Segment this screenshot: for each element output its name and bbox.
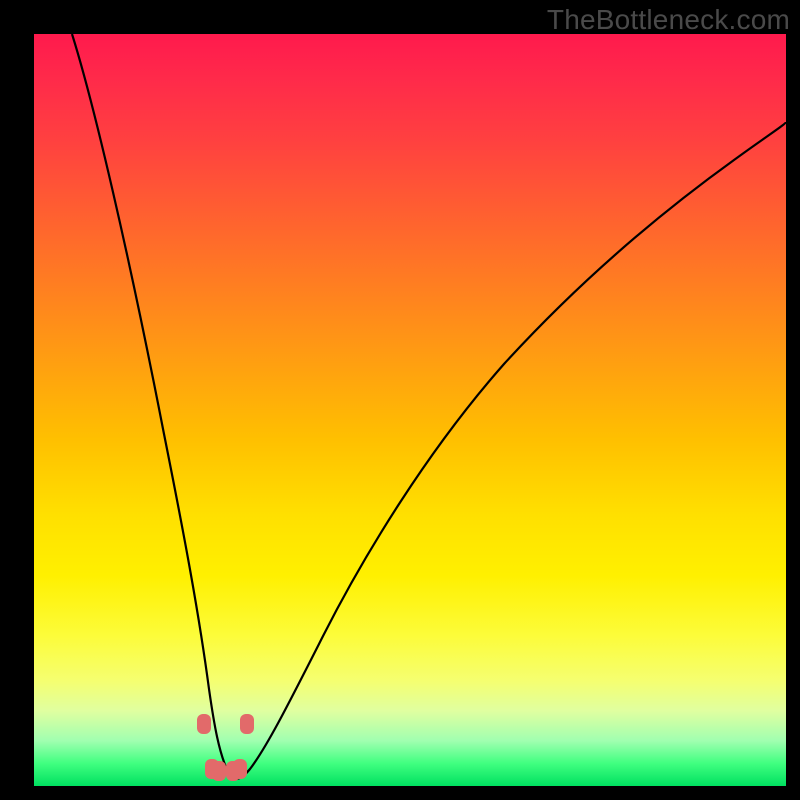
bottleneck-curve [72,34,786,779]
plot-area [34,34,786,786]
chart-frame: TheBottleneck.com [0,0,800,800]
watermark-text: TheBottleneck.com [547,4,790,36]
trough-markers [197,714,254,781]
curve-layer [34,34,786,786]
